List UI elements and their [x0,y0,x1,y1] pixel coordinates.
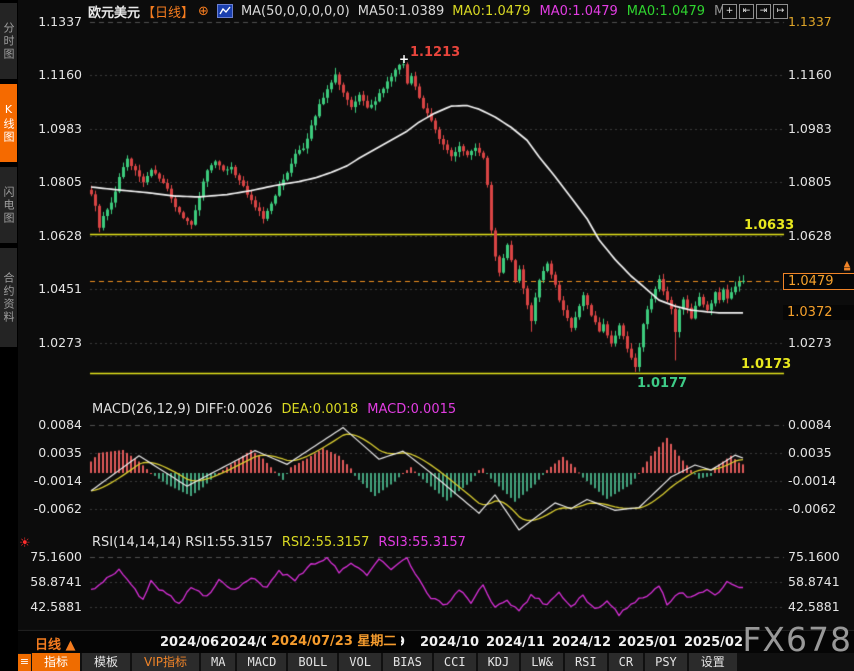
secondary-price-box: 1.0372 [783,305,854,320]
macd-title: MACD(26,12,9) DIFF:0.0026 [92,402,273,417]
low-price-label: 1.0177 [637,376,687,391]
high-price-label: 1.1213 [410,45,460,60]
macd-axis-right-0: 0.0084 [788,417,852,432]
fit-left-icon[interactable]: ⇤ [739,4,754,19]
date-label-2024-11: 2024/11 [486,635,545,650]
sidebar-item-label: 合约资料 [0,272,17,324]
rsi-axis-left-1: 58.8741 [18,574,82,589]
date-label-2025-01: 2025/01 [618,635,677,650]
period-indicator[interactable]: 日线 ▲ [35,634,76,653]
macd-axis-left-3: -0.0062 [18,501,82,516]
period-tag: 【日线】 [142,2,194,21]
tab-VIP指标[interactable]: VIP指标 [132,653,199,671]
alarm-icon[interactable]: ☀ [19,536,31,551]
price-axis-left-1: 1.1160 [18,67,82,82]
rsi-title: RSI(14,14,14) RSI1:55.3157 [92,535,273,550]
macd-axis-right-3: -0.0062 [788,501,852,516]
price-axis-right-1: 1.1160 [788,67,852,82]
tab-BIAS[interactable]: BIAS [383,653,432,671]
price-axis-right-3: 1.0805 [788,174,852,189]
tab-PSY[interactable]: PSY [645,653,687,671]
tab-KDJ[interactable]: KDJ [478,653,520,671]
tabs-menu-button[interactable]: ≡ [18,654,31,671]
price-alert-icon[interactable]: ▲▬ [841,261,853,271]
ma-value-1: MA0:1.0479 [452,4,530,19]
left-sidebar: 分时图 K线图闪电图合约资料 [0,0,18,671]
tab-模板[interactable]: 模板 [82,653,130,671]
high-cross-marker: + [399,52,409,66]
macd-value: MACD:0.0015 [367,402,456,417]
date-label-2025-02: 2025/02 [684,635,743,650]
chart-canvas[interactable] [0,0,854,671]
rsi-axis-right-1: 58.8741 [788,574,852,589]
add-indicator-icon[interactable]: ⊕ [198,4,209,19]
rsi-axis-right-2: 42.5881 [788,599,852,614]
symbol-title: 欧元美元 [88,2,140,21]
tab-设置[interactable]: 设置 [689,653,737,671]
lower-level-label: 1.0173 [741,357,791,372]
crosshair-date-tooltip: 2024/07/23 星期二 [266,633,401,650]
sidebar-item-label: 分时图 [0,22,17,61]
ma-current-values: MA0:1.0479MA0:1.0479MA0:1.0479MA [452,4,734,19]
macd-axis-left-1: 0.0035 [18,445,82,460]
macd-axis-right-2: -0.0014 [788,473,852,488]
macd-panel-header: MACD(26,12,9) DIFF:0.0026 DEA:0.0018 MAC… [92,402,456,417]
chart-header: 欧元美元【日线】 ⊕ MA(50,0,0,0,0,0) MA50:1.0389 M… [88,3,734,19]
last-price-box: 1.0479 [783,273,854,290]
date-label-2024-06: 2024/06 [160,635,219,650]
rsi-axis-left-2: 42.5881 [18,599,82,614]
date-label-2024-10: 2024/10 [420,635,479,650]
macd-axis-right-1: 0.0035 [788,445,852,460]
price-axis-right-2: 1.0983 [788,121,852,136]
sidebar-item-label: 闪电图 [0,186,17,225]
rsi3-value: RSI3:55.3157 [378,535,466,550]
macd-axis-left-2: -0.0014 [18,473,82,488]
pan-icon[interactable]: + [722,4,737,19]
tab-RSI[interactable]: RSI [565,653,607,671]
tab-MA[interactable]: MA [201,653,235,671]
sidebar-item-1[interactable]: 分时图 [0,3,17,79]
tab-LW&[interactable]: LW& [521,653,563,671]
price-axis-left-4: 1.0628 [18,228,82,243]
indicator-tab-bar: 指标模板VIP指标MAMACDBOLLVOLBIASCCIKDJLW&RSICR… [18,653,854,671]
price-axis-left-3: 1.0805 [18,174,82,189]
rsi-axis-left-0: 75.1600 [18,549,82,564]
rsi2-value: RSI2:55.3157 [282,535,370,550]
price-axis-right-0: 1.1337 [788,14,852,29]
time-axis: 日线 ▲ 2024/07/23 星期二 2024/062024/072024/0… [18,631,854,653]
tab-MACD[interactable]: MACD [237,653,286,671]
ma-settings-label[interactable]: MA(50,0,0,0,0,0) [241,4,350,19]
sidebar-item-label: K线图 [0,103,17,144]
sidebar-item-4[interactable]: 合约资料 [0,248,17,347]
sidebar-item-2[interactable]: K线图 [0,84,17,162]
trading-app-window: 分时图 K线图闪电图合约资料 欧元美元【日线】 ⊕ MA(50,0,0,0,0,0)… [0,0,854,671]
price-axis-left-5: 1.0451 [18,281,82,296]
macd-dea-value: DEA:0.0018 [282,402,359,417]
sidebar-item-3[interactable]: 闪电图 [0,167,17,243]
tab-CCI[interactable]: CCI [434,653,476,671]
ma-value-3: MA0:1.0479 [627,4,705,19]
fit-right-icon[interactable]: ⇥ [756,4,771,19]
date-label-2024-12: 2024/12 [552,635,611,650]
shift-right-icon[interactable]: ↦ [773,4,788,19]
rsi-axis-right-0: 75.1600 [788,549,852,564]
tab-VOL[interactable]: VOL [339,653,381,671]
chart-toolbar: +⇤⇥↦ [722,4,788,19]
tab-BOLL[interactable]: BOLL [288,653,337,671]
macd-axis-left-0: 0.0084 [18,417,82,432]
tab-CR[interactable]: CR [609,653,643,671]
line-chart-icon[interactable] [217,4,233,18]
price-axis-left-0: 1.1337 [18,14,82,29]
price-axis-left-6: 1.0273 [18,335,82,350]
ma-value-2: MA0:1.0479 [540,4,618,19]
price-axis-left-2: 1.0983 [18,121,82,136]
price-axis-right-4: 1.0628 [788,228,852,243]
ma50-value: MA50:1.0389 [358,4,445,19]
rsi-panel-header: RSI(14,14,14) RSI1:55.3157 RSI2:55.3157 … [92,535,466,550]
upper-level-label: 1.0633 [744,218,794,233]
tab-指标[interactable]: 指标 [32,653,80,671]
price-axis-right-5: 1.0273 [788,335,852,350]
